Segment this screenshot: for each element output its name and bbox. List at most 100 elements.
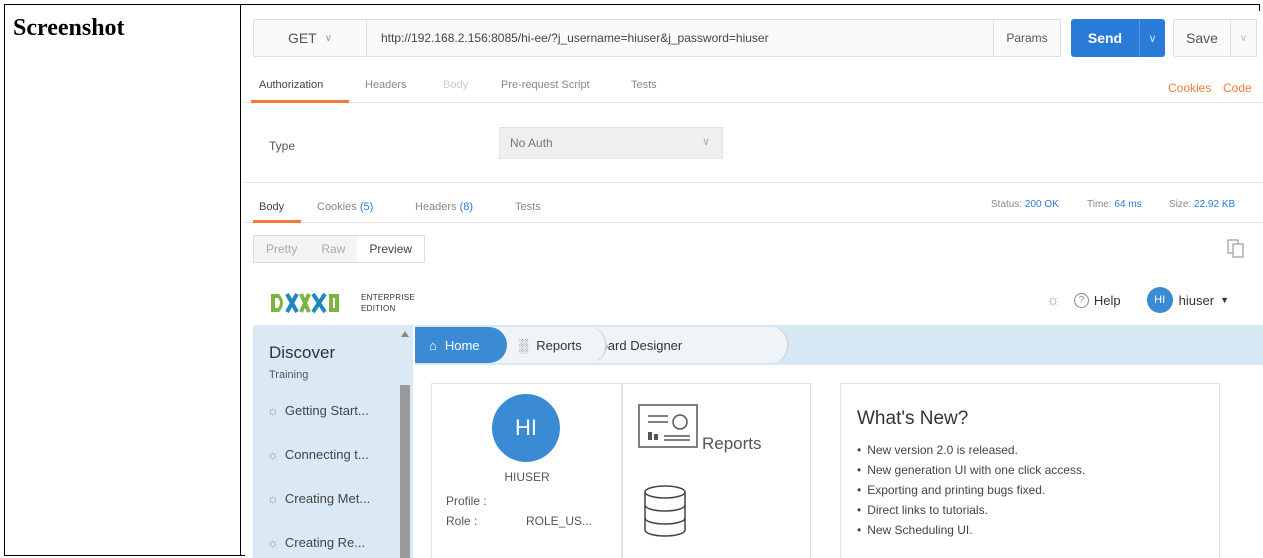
chevron-down-icon: ∨ <box>324 32 333 44</box>
nav-label: Reports <box>536 337 582 353</box>
tab-authorization[interactable]: Authorization <box>259 79 323 91</box>
chevron-down-icon: ∨ <box>1239 32 1248 44</box>
caret-down-icon: ▼ <box>1220 295 1229 305</box>
time-readout: Time: 64 ms <box>1087 199 1142 210</box>
tab-response-tests[interactable]: Tests <box>515 201 541 213</box>
send-button[interactable]: Send <box>1071 19 1139 57</box>
breadcrumb-nav: Dashboard Designer ░ Reports ⌂ Home <box>415 325 1263 365</box>
tab-response-body[interactable]: Body <box>259 201 284 213</box>
sidebar-item-getting-started[interactable]: ☼ Getting Start... <box>267 403 369 418</box>
list-item: New generation UI with one click access. <box>857 460 1085 480</box>
tab-prerequest-script[interactable]: Pre-request Script <box>501 79 590 91</box>
save-dropdown-button[interactable]: ∨ <box>1231 19 1257 57</box>
tab-response-headers[interactable]: Headers (8) <box>415 201 473 213</box>
tab-headers[interactable]: Headers <box>365 79 407 91</box>
cell-label: Screenshot <box>13 15 125 41</box>
response-tabs: Body Cookies (5) Headers (8) Tests Statu… <box>245 189 1263 223</box>
chevron-down-icon: ∨ <box>701 136 710 148</box>
sidebar-item-creating-metadata[interactable]: ☼ Creating Met... <box>267 491 370 506</box>
list-item: Direct links to tutorials. <box>857 500 1085 520</box>
user-menu[interactable]: HI hiuser ▼ <box>1146 287 1229 313</box>
auth-type-value: No Auth <box>510 136 553 150</box>
size-readout: Size: 22.92 KB <box>1169 199 1235 210</box>
database-icon <box>644 485 686 537</box>
time-label: Time: <box>1087 199 1112 210</box>
sidebar-title: Discover <box>269 343 336 362</box>
header-actions: ☼ ? Help HI hiuser ▼ <box>1046 287 1229 313</box>
reports-card[interactable]: Reports <box>621 383 811 558</box>
profile-card: HI HIUSER Profile : Role : ROLE_US... <box>431 383 623 558</box>
scroll-up-arrow[interactable] <box>401 331 409 337</box>
save-button[interactable]: Save <box>1173 19 1231 57</box>
app-logo: ENTERPRISE EDITION <box>269 285 419 321</box>
help-label: Help <box>1093 292 1121 308</box>
request-bar: GET ∨ http://192.168.2.156:8085/hi-ee/?j… <box>253 19 1263 57</box>
chevron-down-icon: ∨ <box>1148 32 1157 45</box>
reports-card-label: Reports <box>702 434 762 453</box>
cookies-link[interactable]: Cookies <box>1168 81 1211 95</box>
size-value: 22.92 KB <box>1194 199 1236 210</box>
nav-home[interactable]: ⌂ Home <box>415 327 507 363</box>
request-tabs: Authorization Headers Body Pre-request S… <box>245 71 1263 103</box>
code-link[interactable]: Code <box>1223 81 1252 95</box>
logo-line-1: ENTERPRISE <box>361 293 416 302</box>
active-tab-indicator <box>253 220 301 223</box>
url-input[interactable]: http://192.168.2.156:8085/hi-ee/?j_usern… <box>367 19 1039 57</box>
logo-mark-icon <box>271 292 339 314</box>
sidebar-item-label: Connecting t... <box>284 447 369 462</box>
view-raw-button[interactable]: Raw <box>309 236 357 262</box>
logo-line-2: EDITION <box>361 304 396 313</box>
size-label: Size: <box>1169 199 1192 210</box>
table-frame: Screenshot GET ∨ http://192.168.2.156:80… <box>4 4 1263 558</box>
lightbulb-icon: ☼ <box>267 535 279 550</box>
auth-type-select[interactable]: No Auth ∨ <box>499 127 723 159</box>
lightbulb-icon: ☼ <box>267 447 279 462</box>
tab-tests[interactable]: Tests <box>631 79 657 91</box>
tab-response-cookies[interactable]: Cookies (5) <box>317 201 373 213</box>
auth-panel: Type No Auth ∨ <box>245 103 1263 183</box>
home-icon: ⌂ <box>429 337 437 353</box>
view-pretty-button[interactable]: Pretty <box>254 236 309 262</box>
nav-label: Home <box>444 337 480 353</box>
logo-text: ENTERPRISE EDITION <box>361 292 415 314</box>
sidebar-item-label: Creating Re... <box>284 535 366 550</box>
view-preview-button[interactable]: Preview <box>357 236 425 262</box>
status-label: Status: <box>991 199 1023 210</box>
view-mode-toggle: Pretty Raw Preview <box>253 235 426 263</box>
sidebar-subtitle: Training <box>269 369 309 381</box>
params-button[interactable]: Params <box>993 19 1061 57</box>
list-item: New Scheduling UI. <box>857 520 1085 540</box>
avatar: HI <box>1146 287 1173 313</box>
copy-icon[interactable] <box>1227 239 1245 259</box>
whats-new-title: What's New? <box>857 408 969 429</box>
help-link[interactable]: ? Help <box>1073 292 1121 308</box>
lightbulb-icon: ☼ <box>267 491 279 506</box>
discover-sidebar: Discover Training ☼ Getting Start... ☼ C… <box>253 325 413 558</box>
tab-label: Headers <box>415 201 457 213</box>
whats-new-panel: What's New? New version 2.0 is released.… <box>840 383 1220 558</box>
html-preview: ENTERPRISE EDITION ☼ ? Help HI hiuser ▼ … <box>253 271 1263 558</box>
user-menu-label: hiuser <box>1178 292 1215 308</box>
list-item: Exporting and printing bugs fixed. <box>857 480 1085 500</box>
avatar: HI <box>492 394 560 462</box>
report-icon <box>638 404 698 448</box>
status-value: 200 OK <box>1024 199 1059 210</box>
tab-body[interactable]: Body <box>443 79 468 91</box>
time-value: 64 ms <box>1114 199 1142 210</box>
lightbulb-icon: ☼ <box>267 403 279 418</box>
method-label: GET <box>287 30 317 46</box>
whats-new-list: New version 2.0 is released. New generat… <box>857 440 1085 540</box>
send-dropdown-button[interactable]: ∨ <box>1139 19 1165 57</box>
bar-chart-icon: ░ <box>519 337 529 353</box>
sidebar-item-creating-reports[interactable]: ☼ Creating Re... <box>267 535 365 550</box>
type-label: Type <box>269 139 296 153</box>
role-label: Role : <box>446 514 478 528</box>
question-circle-icon: ? <box>1073 292 1089 308</box>
method-select[interactable]: GET ∨ <box>253 19 367 57</box>
tab-label: Cookies <box>317 201 357 213</box>
role-value: ROLE_US... <box>526 514 593 528</box>
sidebar-scrollbar[interactable] <box>400 385 410 558</box>
sidebar-item-connecting[interactable]: ☼ Connecting t... <box>267 447 369 462</box>
profile-label: Profile : <box>446 494 487 508</box>
lightbulb-icon[interactable]: ☼ <box>1046 292 1060 309</box>
